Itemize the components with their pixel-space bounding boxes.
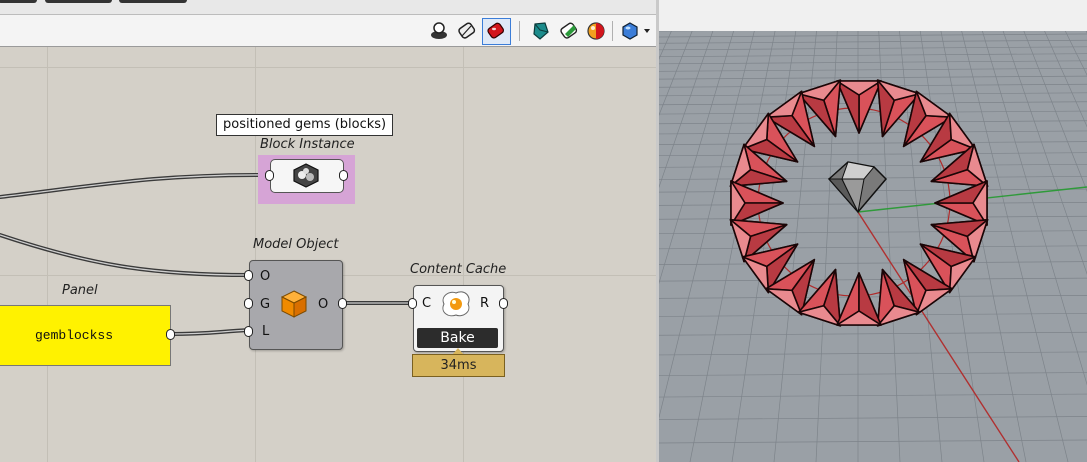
- preview-selected-icon: [487, 22, 505, 39]
- output-grip[interactable]: [339, 170, 348, 181]
- model-object-title: Model Object: [253, 237, 339, 252]
- model-object-icon: [280, 290, 308, 318]
- content-cache-component[interactable]: C R Bake: [413, 285, 504, 352]
- toolbar-separator: [612, 21, 613, 41]
- input-label: L: [262, 324, 270, 339]
- canvas[interactable]: [0, 47, 656, 462]
- output-label: O: [318, 297, 329, 312]
- tooltip: positioned gems (blocks): [216, 114, 394, 136]
- output-label: R: [480, 296, 490, 311]
- panel[interactable]: gemblockss: [0, 305, 171, 366]
- panel-title: Panel: [62, 283, 98, 298]
- block-instance-title: Block Instance: [260, 137, 355, 152]
- display-mode-icon[interactable]: [530, 20, 552, 42]
- output-grip[interactable]: [499, 298, 508, 309]
- preview-color-icon[interactable]: [585, 20, 607, 42]
- input-grip[interactable]: [244, 298, 253, 309]
- input-label: O: [260, 269, 271, 284]
- tab-stub[interactable]: [0, 0, 37, 3]
- wires: [0, 172, 416, 336]
- chevron-down-icon[interactable]: [643, 28, 651, 34]
- wire: [0, 172, 272, 199]
- input-grip[interactable]: [265, 170, 274, 181]
- preview-wire-icon[interactable]: [428, 20, 450, 42]
- block-instance-component[interactable]: [270, 159, 344, 193]
- bake-button[interactable]: Bake: [417, 328, 498, 348]
- model-object-component[interactable]: O G L O: [249, 260, 343, 350]
- toolbar-separator: [519, 21, 520, 41]
- input-label: C: [422, 296, 432, 311]
- output-grip[interactable]: [166, 329, 175, 340]
- panel-text[interactable]: gemblockss: [0, 306, 149, 365]
- input-grip[interactable]: [244, 270, 253, 281]
- rhino-viewport-pane: [659, 0, 1087, 462]
- output-grip[interactable]: [338, 298, 347, 309]
- viewport-tab-bar: [659, 0, 1087, 32]
- block-instance-icon: [293, 163, 319, 188]
- canvas-toolbar: [0, 15, 656, 47]
- perspective-viewport[interactable]: [659, 31, 1087, 462]
- input-grip[interactable]: [408, 298, 417, 309]
- preview-mesh-icon[interactable]: [558, 20, 580, 42]
- wire: [0, 233, 251, 277]
- tab-strip: [0, 0, 656, 15]
- input-grip[interactable]: [244, 326, 253, 337]
- input-label: G: [260, 297, 271, 312]
- preview-settings-icon[interactable]: [619, 20, 641, 42]
- preview-shaded-icon[interactable]: [456, 20, 478, 42]
- tab-stub[interactable]: [45, 0, 112, 3]
- timer-badge: 34ms: [412, 354, 505, 377]
- content-cache-title: Content Cache: [410, 262, 507, 277]
- tab-stub[interactable]: [119, 0, 187, 3]
- grasshopper-editor: positioned gems (blocks) Block Instance …: [0, 0, 656, 462]
- content-cache-icon: [442, 291, 470, 317]
